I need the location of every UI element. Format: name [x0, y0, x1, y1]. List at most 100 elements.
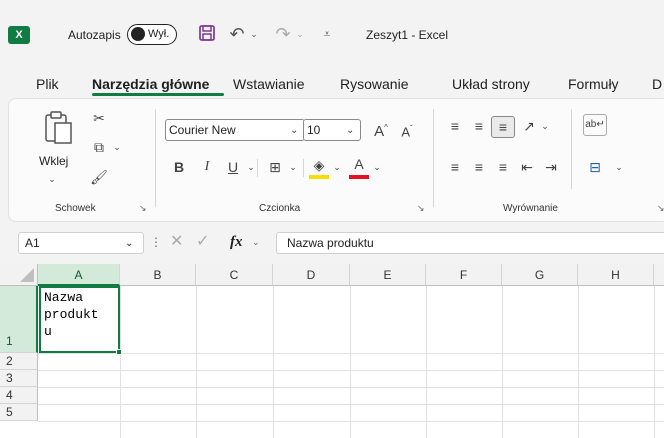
column-header-b[interactable]: B — [120, 264, 196, 286]
gridline — [578, 286, 579, 438]
column-header-c[interactable]: C — [196, 264, 273, 286]
toggle-knob — [131, 27, 145, 41]
cell-line: Nazwa — [44, 290, 84, 305]
align-top-icon[interactable]: ≡ — [445, 116, 465, 136]
tab-plik[interactable]: Plik — [36, 74, 59, 94]
tab-narzedzia-glowne[interactable]: Narzędzia główne — [92, 74, 209, 94]
font-color-dropdown-icon[interactable]: ⌄ — [371, 157, 383, 177]
cell-a1[interactable]: Nazwa produkt u — [39, 286, 120, 353]
italic-button[interactable]: I — [199, 157, 215, 177]
row-header-5[interactable]: 5 — [0, 404, 38, 421]
column-header-a[interactable]: A — [38, 264, 120, 286]
column-header-g[interactable]: G — [502, 264, 578, 286]
paste-icon[interactable] — [41, 109, 75, 145]
font-size-combo[interactable]: 10 ⌄ — [303, 119, 361, 141]
formula-bar: A1 ⌄ ⋮ ✕ ✓ fx ⌄ Nazwa produktu — [0, 228, 664, 258]
cut-icon[interactable]: ✂ — [89, 108, 109, 128]
borders-dropdown-icon[interactable]: ⌄ — [287, 157, 299, 177]
align-middle-icon[interactable]: ≡ — [469, 116, 489, 136]
merge-center-icon[interactable]: ⊟ — [585, 157, 605, 177]
gridline — [502, 286, 503, 438]
borders-icon[interactable]: ⊞ — [265, 157, 285, 177]
gridline — [38, 353, 664, 354]
function-dropdown-icon[interactable]: ⌄ — [252, 234, 260, 250]
paste-dropdown-icon[interactable]: ⌄ — [45, 169, 59, 189]
gridline — [38, 370, 664, 371]
decrease-font-size-icon[interactable]: Aˇ — [397, 119, 417, 142]
copy-dropdown-icon[interactable]: ⌄ — [111, 137, 123, 157]
enter-icon[interactable]: ✓ — [196, 232, 209, 252]
undo-dropdown-icon[interactable]: ⌄ — [248, 24, 260, 44]
redo-dropdown-icon[interactable]: ⌄ — [294, 24, 306, 44]
font-color-icon[interactable]: A — [349, 154, 369, 174]
font-name-combo[interactable]: Courier New ⌄ — [165, 119, 305, 141]
align-center-icon[interactable]: ≡ — [469, 157, 489, 177]
fill-color-icon[interactable]: ◈ — [309, 155, 329, 175]
ribbon-panel: Wklej ⌄ ✂ ⧉ ⌄ 🖌 Schowek ↘ Courier New ⌄ … — [8, 98, 664, 222]
group-separator — [155, 109, 156, 207]
decrease-indent-icon[interactable]: ⇤ — [517, 157, 537, 177]
row-header-2[interactable]: 2 — [0, 353, 38, 370]
font-color-swatch — [349, 175, 369, 179]
increase-font-size-icon[interactable]: A^ — [371, 118, 391, 142]
bold-button[interactable]: B — [171, 157, 187, 177]
tab-wstawianie[interactable]: Wstawianie — [233, 74, 305, 94]
orientation-icon[interactable]: ↗ — [519, 116, 539, 136]
column-header-d[interactable]: D — [273, 264, 350, 286]
more-options-icon[interactable]: ⋮ — [150, 234, 162, 250]
paste-label[interactable]: Wklej — [39, 154, 68, 168]
customize-qat-icon[interactable]: ⩡ — [318, 24, 336, 44]
column-header-next[interactable] — [654, 264, 664, 286]
row-header-4[interactable]: 4 — [0, 387, 38, 404]
name-box[interactable]: A1 ⌄ — [18, 232, 144, 254]
column-header-h[interactable]: H — [578, 264, 654, 286]
clipboard-launcher-icon[interactable]: ↘ — [139, 203, 147, 214]
format-painter-icon[interactable]: 🖌 — [89, 167, 109, 187]
cell-line: u — [44, 324, 52, 339]
tab-uklad-strony[interactable]: Układ strony — [452, 74, 530, 94]
divider — [571, 109, 572, 189]
active-tab-indicator — [92, 93, 224, 96]
merge-dropdown-icon[interactable]: ⌄ — [613, 157, 625, 177]
tab-rysowanie[interactable]: Rysowanie — [340, 74, 408, 94]
gridline — [426, 286, 427, 438]
gridline — [196, 286, 197, 438]
excel-logo-icon: X — [8, 26, 30, 44]
chevron-down-icon: ⌄ — [290, 125, 299, 136]
autosave-toggle[interactable]: Wył. — [127, 24, 177, 45]
gridline — [120, 286, 121, 438]
row-header-3[interactable]: 3 — [0, 370, 38, 387]
row-header-1[interactable]: 1 — [0, 286, 38, 353]
fill-color-dropdown-icon[interactable]: ⌄ — [331, 157, 343, 177]
redo-icon[interactable]: ↷ — [272, 24, 294, 44]
font-launcher-icon[interactable]: ↘ — [417, 203, 425, 214]
fill-handle[interactable] — [116, 349, 122, 355]
column-header-e[interactable]: E — [350, 264, 426, 286]
underline-dropdown-icon[interactable]: ⌄ — [245, 157, 257, 177]
formula-input[interactable]: Nazwa produktu — [276, 232, 664, 254]
gridline — [38, 421, 664, 422]
select-all-corner[interactable] — [0, 264, 38, 286]
underline-button[interactable]: U — [225, 157, 241, 177]
tab-dane[interactable]: D — [652, 74, 662, 94]
font-group-label: Czcionka — [259, 203, 301, 214]
tab-formuly[interactable]: Formuły — [568, 74, 619, 94]
align-right-icon[interactable]: ≡ — [493, 157, 513, 177]
save-icon[interactable] — [196, 24, 218, 44]
orientation-dropdown-icon[interactable]: ⌄ — [539, 116, 551, 136]
gridline — [38, 387, 664, 388]
cell-line: produkt — [44, 307, 99, 322]
align-bottom-icon[interactable]: ≡ — [491, 116, 515, 138]
copy-icon[interactable]: ⧉ — [89, 137, 109, 157]
worksheet-grid[interactable]: A B C D E F G H 1 2 3 4 5 Nazwa produkt … — [0, 264, 664, 438]
toggle-state: Wył. — [148, 28, 170, 40]
chevron-down-icon: ⌄ — [125, 238, 134, 249]
align-left-icon[interactable]: ≡ — [445, 157, 465, 177]
column-header-f[interactable]: F — [426, 264, 502, 286]
alignment-launcher-icon[interactable]: ↘ — [657, 203, 664, 214]
cancel-icon[interactable]: ✕ — [170, 232, 183, 252]
increase-indent-icon[interactable]: ⇥ — [541, 157, 561, 177]
wrap-text-icon[interactable]: ab↵ — [583, 114, 607, 136]
undo-icon[interactable]: ↶ — [226, 24, 248, 44]
insert-function-icon[interactable]: fx — [230, 232, 243, 252]
